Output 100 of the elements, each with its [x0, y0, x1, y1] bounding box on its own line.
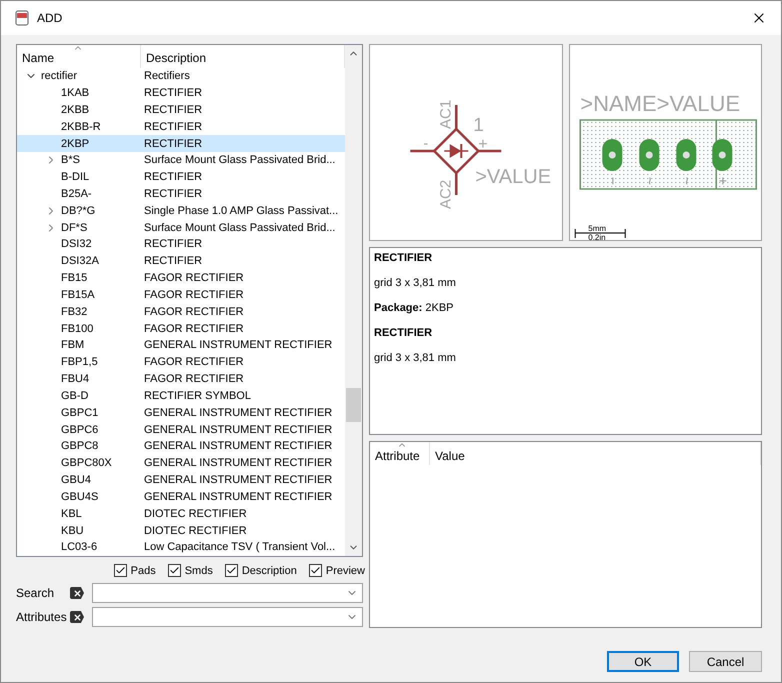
part-name: FB32: [61, 306, 88, 318]
scrollbar[interactable]: [345, 45, 362, 556]
part-description: RECTIFIER: [143, 87, 204, 100]
description-text: grid 3 x 3,81 mm: [374, 277, 457, 289]
part-name: 1KAB: [61, 87, 90, 100]
part-description: RECTIFIER: [143, 138, 204, 150]
tree-row[interactable]: FB15A FAGOR RECTIFIER: [17, 286, 345, 304]
scale-label: 0.2in: [588, 233, 606, 240]
part-description: Surface Mount Glass Passivated Brid...: [143, 154, 336, 166]
combo-field[interactable]: [92, 583, 363, 603]
tree-row[interactable]: 2KBP RECTIFIER: [17, 135, 345, 152]
checkbox-label: Preview: [326, 564, 365, 576]
tree-row[interactable]: GBPC1 GENERAL INSTRUMENT RECTIFIER: [17, 404, 345, 422]
checkbox[interactable]: [308, 564, 322, 577]
tree-row[interactable]: 2KBB-R RECTIFIER: [17, 118, 345, 136]
tree-row[interactable]: KBU DIOTEC RECTIFIER: [17, 522, 345, 539]
checkbox-label: Description: [242, 564, 297, 576]
part-name: DF*S: [61, 222, 88, 234]
tree-row[interactable]: KBL DIOTEC RECTIFIER: [17, 505, 345, 522]
part-name: B*S: [61, 154, 80, 166]
part-description: FAGOR RECTIFIER: [143, 373, 245, 386]
description-text: grid 3 x 3,81 mm: [374, 352, 457, 364]
part-description: FAGOR RECTIFIER: [143, 356, 245, 368]
part-name: DSI32: [61, 238, 92, 250]
tree-row[interactable]: FB32 FAGOR RECTIFIER: [17, 303, 345, 320]
part-description: Low Capacitance TSV ( Transient Vol...: [143, 541, 336, 554]
dialog-button[interactable]: Cancel: [689, 651, 762, 672]
part-name: GBU4: [61, 474, 91, 486]
checkbox[interactable]: [114, 564, 127, 577]
scale-label: 5mm: [588, 224, 606, 233]
tree-row[interactable]: B*S Surface Mount Glass Passivated Brid...: [17, 152, 345, 169]
tree-row[interactable]: DF*S Surface Mount Glass Passivated Brid...: [17, 219, 345, 236]
tree-row[interactable]: GB-D RECTIFIER SYMBOL: [17, 388, 345, 404]
part-name: FB15: [61, 272, 88, 284]
checkbox-label: Smds: [184, 564, 213, 576]
scroll-thumb[interactable]: [346, 388, 361, 422]
part-description: Single Phase 1.0 AMP Glass Passivat...: [143, 204, 340, 217]
part-name: GBPC6: [61, 424, 98, 436]
clear-button[interactable]: [70, 611, 84, 623]
combo-field[interactable]: [92, 607, 363, 627]
part-description: GENERAL INSTRUMENT RECTIFIER: [143, 490, 334, 503]
part-description: DIOTEC RECTIFIER: [143, 524, 248, 537]
value-label: >VALUE: [475, 166, 552, 188]
part-name: FBP1,5: [61, 356, 98, 368]
pad-label: ~: [640, 176, 657, 185]
dialog-button[interactable]: OK: [607, 651, 679, 672]
tree-row[interactable]: FB100 FAGOR RECTIFIER: [17, 320, 345, 338]
tree-row[interactable]: 2KBB RECTIFIER: [17, 101, 345, 118]
tree-row[interactable]: GBU4 GENERAL INSTRUMENT RECTIFIER: [17, 472, 345, 488]
column-header[interactable]: Attribute: [370, 442, 430, 465]
column-header[interactable]: Name: [17, 45, 141, 68]
check-icon: [226, 565, 237, 576]
pin-label: -: [423, 135, 428, 152]
tree-row[interactable]: GBPC8 GENERAL INSTRUMENT RECTIFIER: [17, 438, 345, 455]
part-description: RECTIFIER SYMBOL: [143, 390, 252, 402]
tree-row[interactable]: DSI32 RECTIFIER: [17, 236, 345, 253]
tree-row[interactable]: GBPC6 GENERAL INSTRUMENT RECTIFIER: [17, 421, 345, 438]
part-name: rectifier: [41, 70, 78, 82]
tree-row[interactable]: GBU4S GENERAL INSTRUMENT RECTIFIER: [17, 488, 345, 506]
pad-label: −: [604, 176, 620, 185]
tree-row[interactable]: B-DIL RECTIFIER: [17, 168, 345, 186]
tree-row[interactable]: FB15 FAGOR RECTIFIER: [17, 270, 345, 287]
part-description: RECTIFIER: [143, 255, 204, 268]
gate-label: 1: [473, 115, 484, 136]
tree-row[interactable]: DSI32A RECTIFIER: [17, 252, 345, 270]
part-description: Rectifiers: [143, 70, 191, 82]
tree-row[interactable]: rectifier Rectifiers: [17, 68, 345, 85]
tree-row[interactable]: FBM GENERAL INSTRUMENT RECTIFIER: [17, 337, 345, 354]
part-name: 2KBB-R: [61, 120, 101, 133]
clear-button[interactable]: [70, 587, 84, 599]
part-name: LC03-6: [61, 541, 98, 554]
part-name: FBU4: [61, 373, 90, 386]
part-name: GBPC80X: [61, 457, 112, 470]
part-description: GENERAL INSTRUMENT RECTIFIER: [143, 406, 334, 419]
part-description: RECTIFIER: [143, 120, 204, 133]
tree-row[interactable]: DB?*G Single Phase 1.0 AMP Glass Passivat...: [17, 202, 345, 220]
part-name: KBL: [61, 508, 82, 520]
window-title: ADD: [37, 11, 64, 25]
part-description: RECTIFIER: [143, 188, 204, 200]
tree-row[interactable]: 1KAB RECTIFIER: [17, 84, 345, 102]
column-header[interactable]: Value: [430, 442, 761, 465]
checkbox[interactable]: [224, 564, 238, 577]
description-text: Package: 2KBP: [374, 302, 454, 314]
tree-row[interactable]: B25A- RECTIFIER: [17, 186, 345, 202]
pin-label: AC2: [437, 180, 454, 209]
part-name: 2KBP: [61, 138, 90, 150]
checkbox[interactable]: [168, 564, 181, 577]
pin-label: +: [478, 136, 488, 153]
field-label: Attributes: [16, 610, 68, 624]
part-name: DSI32A: [61, 255, 99, 268]
pin-label: AC1: [437, 100, 454, 129]
part-description: FAGOR RECTIFIER: [143, 306, 245, 318]
description-heading: RECTIFIER: [374, 327, 434, 339]
part-name: B-DIL: [61, 171, 90, 184]
tree-row[interactable]: FBU4 FAGOR RECTIFIER: [17, 370, 345, 388]
part-name: GBPC8: [61, 440, 98, 452]
tree-row[interactable]: LC03-6 Low Capacitance TSV ( Transient Vol...: [17, 538, 345, 556]
check-icon: [168, 565, 180, 576]
tree-row[interactable]: FBP1,5 FAGOR RECTIFIER: [17, 354, 345, 371]
tree-row[interactable]: GBPC80X GENERAL INSTRUMENT RECTIFIER: [17, 454, 345, 472]
